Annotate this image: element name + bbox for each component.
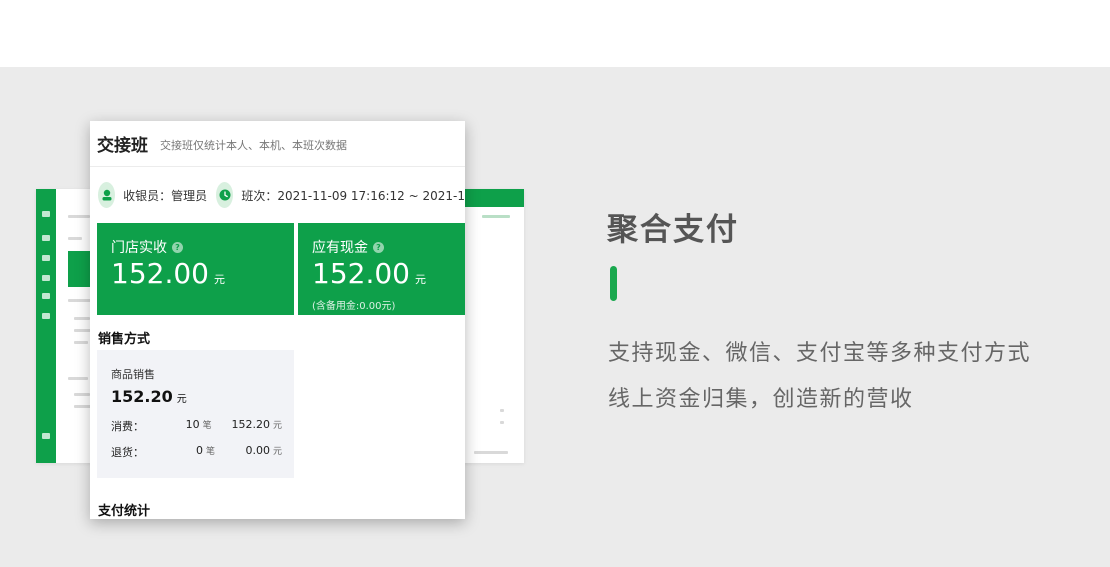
feature-headline: 聚合支付 <box>607 212 739 248</box>
background-sidebar <box>36 189 56 463</box>
product-sales-label: 商品销售 <box>111 368 155 381</box>
shift-handover-panel: 交接班 交接班仅统计本人、本机、本班次数据 收银员：管理员 班次：2021-11… <box>90 121 465 519</box>
store-revenue-card: 门店实收 ? 152.00 元 <box>97 223 294 315</box>
currency-unit: 元 <box>176 394 187 405</box>
return-row: 退货： 0 笔 0.00 元 <box>111 444 282 459</box>
feature-description-line2: 线上资金归集，创造新的营收 <box>608 387 914 412</box>
cash-due-amount: 152.00 <box>312 257 410 290</box>
panel-subtitle: 交接班仅统计本人、本机、本班次数据 <box>160 139 347 152</box>
cashier-label: 收银员：管理员 <box>123 188 208 203</box>
summary-cards: 门店实收 ? 152.00 元 应有现金 ? 152.00 元 (含备用金:0.00… <box>97 223 465 315</box>
reserve-fund-note: (含备用金:0.00元) <box>312 301 396 312</box>
help-icon[interactable]: ? <box>172 241 183 253</box>
shift-info-row: 收银员：管理员 班次：2021-11-09 17:16:12 ~ 2021-1 <box>90 167 465 223</box>
panel-header: 交接班 交接班仅统计本人、本机、本班次数据 <box>90 121 465 167</box>
shift-time-label: 班次：2021-11-09 17:16:12 ~ 2021-1 <box>241 188 465 203</box>
currency-unit: 元 <box>414 273 426 286</box>
help-icon[interactable]: ? <box>373 241 384 253</box>
cash-due-label: 应有现金 <box>312 240 368 256</box>
background-topbar <box>464 189 524 207</box>
clock-icon <box>216 182 234 208</box>
accent-bar <box>610 266 617 301</box>
sales-method-title: 销售方式 <box>98 332 151 347</box>
cash-due-card: 应有现金 ? 152.00 元 (含备用金:0.00元) <box>298 223 465 315</box>
store-revenue-amount: 152.00 <box>111 257 209 290</box>
consumption-row: 消费： 10 笔 152.20 元 <box>111 418 282 433</box>
store-revenue-label: 门店实收 <box>111 240 167 256</box>
user-badge-icon <box>98 182 116 208</box>
currency-unit: 元 <box>213 273 225 286</box>
feature-description-line1: 支持现金、微信、支付宝等多种支付方式 <box>608 341 1032 366</box>
product-sales-box: 商品销售 152.20 元 消费： 10 笔 152.20 元 退货： 0 笔 0… <box>97 350 294 478</box>
panel-title: 交接班 <box>97 136 148 156</box>
product-sales-amount: 152.20 <box>111 387 173 406</box>
payment-stats-title: 支付统计 <box>98 504 151 519</box>
